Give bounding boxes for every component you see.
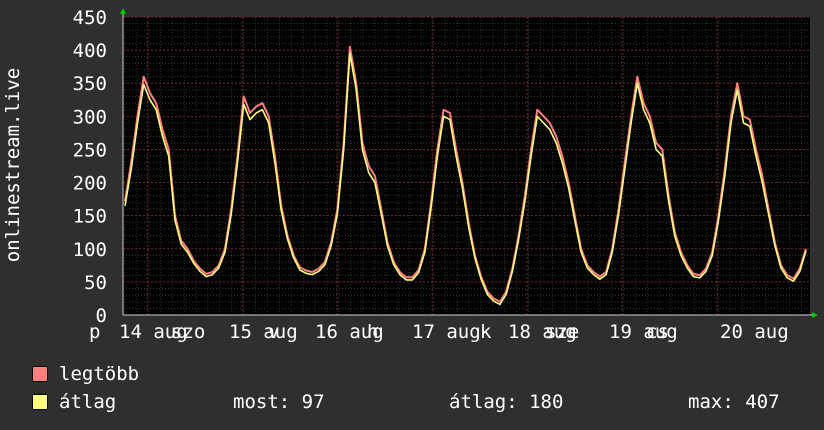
x-axis-tick-labels: p 14 augszo 15 augv 16 augh 17 aug k 18 augsze… [89, 321, 789, 343]
y-tick-label: 400 [73, 40, 107, 62]
atlag-swatch [32, 394, 48, 410]
x-tick-label: cs [646, 321, 669, 343]
x-tick-label: szo [171, 321, 205, 343]
x-tick-label: 15 aug [229, 321, 298, 343]
x-tick-label: sze [545, 321, 579, 343]
x-tick-label: 20 aug [720, 321, 789, 343]
y-tick-label: 450 [73, 7, 107, 29]
y-tick-label: 300 [73, 106, 107, 128]
y-tick-label: 200 [73, 173, 107, 195]
y-axis-label: onlinestream.live [2, 68, 24, 262]
y-tick-label: 100 [73, 239, 107, 261]
y-tick-label: 50 [84, 272, 107, 294]
stat-current: most: 97 [233, 391, 325, 413]
stat-max: max: 407 [688, 391, 780, 413]
x-tick-label: 17 aug [412, 321, 481, 343]
y-tick-label: 350 [73, 73, 107, 95]
legend-label: átlag [59, 391, 117, 413]
x-tick-label: h [367, 321, 378, 343]
y-tick-label: 150 [73, 206, 107, 228]
y-axis-arrow-icon [120, 8, 126, 14]
legend-label: legtöbb [59, 363, 140, 385]
x-tick-label: v [268, 321, 279, 343]
y-axis-tick-labels: 050100150200250300350400450 [73, 7, 107, 327]
y-tick-label: 250 [73, 139, 107, 161]
x-tick-label: k [480, 321, 492, 343]
legend-item-atlag: átlag most: 97 átlag: 180 max: 407 [32, 392, 822, 412]
line-chart: 050100150200250300350400450 p 14 augszo 15… [2, 7, 818, 343]
legtobb-swatch [32, 366, 48, 382]
x-tick-label: p [89, 321, 100, 343]
stat-average: átlag: 180 [449, 391, 564, 413]
x-axis-arrow-icon [812, 312, 818, 318]
